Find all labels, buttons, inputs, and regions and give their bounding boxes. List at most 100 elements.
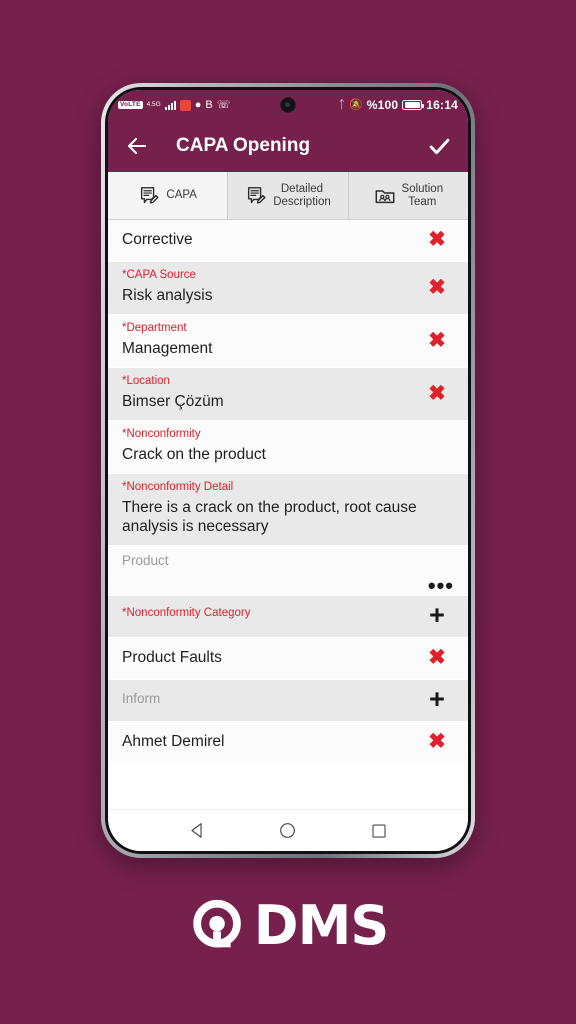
- youtube-icon: [179, 99, 191, 111]
- whatsapp-icon: ☏: [216, 98, 231, 111]
- form-row-action[interactable]: ✖: [420, 277, 454, 298]
- clear-x-icon[interactable]: ✖: [428, 229, 446, 250]
- form-row-value: Bimser Çözüm: [122, 392, 224, 410]
- form-row-body: *Nonconformity Detail There is a crack on…: [122, 481, 420, 536]
- form-row-label: *Department: [122, 322, 187, 335]
- tab-detailed-description[interactable]: Detailed Description: [228, 172, 349, 219]
- form-row-placeholder: Inform: [122, 690, 161, 706]
- form-row-value: Product Faults: [122, 648, 222, 666]
- mute-bell-icon: 🔕: [349, 98, 363, 111]
- arrow-left-icon: [127, 137, 147, 155]
- battery-icon: [402, 100, 425, 110]
- phone-inner-bezel: VoLTE 4.5G ● Β ☏ ᛏ 🔕 %100 16:14 CAPA Ope…: [105, 87, 471, 854]
- app-bar: CAPA Opening: [108, 120, 468, 172]
- form-row-value: Ahmet Demirel: [122, 732, 225, 750]
- form-row-action[interactable]: ✖: [420, 330, 454, 351]
- form-row-body: *Nonconformity Crack on the product: [122, 428, 420, 464]
- add-plus-icon[interactable]: +: [429, 601, 445, 628]
- form-row-value: Management: [122, 339, 213, 357]
- phone-device-frame: VoLTE 4.5G ● Β ☏ ᛏ 🔕 %100 16:14 CAPA Ope…: [101, 83, 475, 858]
- nav-back-button[interactable]: [182, 816, 212, 846]
- phone-screen: VoLTE 4.5G ● Β ☏ ᛏ 🔕 %100 16:14 CAPA Ope…: [108, 90, 468, 851]
- clear-x-icon[interactable]: ✖: [428, 330, 446, 351]
- circle-home-icon: [280, 823, 296, 838]
- clear-x-icon[interactable]: ✖: [428, 383, 446, 404]
- form-row-action[interactable]: ✖: [420, 647, 454, 668]
- form-row-body: *Nonconformity Category: [122, 607, 420, 624]
- form-row[interactable]: *Department Management ✖: [108, 315, 468, 369]
- capa-form-list[interactable]: Corrective ✖ *CAPA Source Risk analysis ✖ *De…: [108, 220, 468, 809]
- add-plus-icon[interactable]: +: [429, 685, 445, 712]
- q-ring-icon: [193, 899, 241, 948]
- form-row-action[interactable]: +: [420, 601, 454, 628]
- form-row-body: Corrective: [122, 230, 420, 249]
- triangle-back-icon: [191, 823, 202, 838]
- form-row-value: There is a crack on the product, root ca…: [122, 498, 417, 536]
- network-type-icon: 4.5G: [146, 100, 161, 108]
- form-row-placeholder: Product: [122, 553, 169, 569]
- form-row-body: *CAPA Source Risk analysis: [122, 269, 420, 305]
- form-row-label: *Nonconformity Detail: [122, 481, 234, 494]
- form-row-body: Product: [122, 553, 454, 570]
- front-camera-punchhole: [280, 97, 296, 113]
- tab-solution-team-label: Solution Team: [401, 182, 444, 208]
- form-row[interactable]: *Nonconformity Detail There is a crack on…: [108, 474, 468, 547]
- form-row-body: Inform: [122, 691, 420, 708]
- clear-x-icon[interactable]: ✖: [428, 277, 446, 298]
- form-row-body: Ahmet Demirel: [122, 732, 420, 751]
- form-row-label: *CAPA Source: [122, 269, 196, 281]
- tab-solution-team[interactable]: Solution Team: [348, 172, 468, 219]
- form-row-label: *Location: [122, 375, 170, 388]
- folder-people-icon: [374, 185, 396, 207]
- checkmark-icon: [429, 138, 449, 154]
- form-row[interactable]: Corrective ✖: [108, 220, 468, 262]
- square-recents-icon: [372, 823, 386, 838]
- form-row-body: Product Faults: [122, 648, 420, 667]
- form-row-action[interactable]: ✖: [420, 731, 454, 752]
- chat-bubble-icon: ●: [194, 98, 202, 111]
- form-row-body: *Location Bimser Çözüm: [122, 375, 420, 411]
- form-row-action: •••: [122, 575, 454, 597]
- form-row-label: *Nonconformity: [122, 428, 201, 441]
- form-row[interactable]: Ahmet Demirel ✖: [108, 721, 468, 764]
- qdms-wordmark: DMS: [253, 894, 389, 957]
- form-row-action[interactable]: ✖: [420, 383, 454, 404]
- form-row-action[interactable]: +: [420, 685, 454, 712]
- status-bar-right-icons: ᛏ 🔕 %100 16:14: [338, 98, 458, 112]
- form-row[interactable]: *CAPA Source Risk analysis ✖: [108, 262, 468, 316]
- status-bar: VoLTE 4.5G ● Β ☏ ᛏ 🔕 %100 16:14: [108, 90, 468, 120]
- document-pencil-icon: [245, 185, 267, 207]
- tab-bar: CAPA Detailed Description Solution Team: [108, 172, 468, 220]
- more-options-icon[interactable]: •••: [428, 575, 454, 597]
- document-pencil-icon: [138, 185, 160, 207]
- form-row-body: *Department Management: [122, 322, 420, 358]
- back-button[interactable]: [124, 133, 150, 159]
- confirm-save-button[interactable]: [426, 133, 452, 159]
- form-row-label: *Nonconformity Category: [122, 606, 251, 619]
- status-bar-left-icons: VoLTE 4.5G ● Β ☏: [118, 98, 231, 111]
- tab-detailed-description-label: Detailed Description: [273, 182, 331, 208]
- form-row-value: Corrective: [122, 230, 193, 248]
- qdms-logo: DMS: [0, 895, 576, 957]
- tab-capa-label: CAPA: [166, 189, 197, 202]
- clear-x-icon[interactable]: ✖: [428, 647, 446, 668]
- android-navigation-bar: [108, 809, 468, 851]
- volte-chip-icon: VoLTE: [118, 100, 143, 110]
- form-row-value: Crack on the product: [122, 445, 266, 463]
- clear-x-icon[interactable]: ✖: [428, 731, 446, 752]
- form-row[interactable]: *Location Bimser Çözüm ✖: [108, 368, 468, 422]
- form-row[interactable]: *Nonconformity Category +: [108, 595, 468, 638]
- form-row-value: Risk analysis: [122, 286, 213, 304]
- battery-percent-label: %100: [366, 98, 399, 112]
- gmail-icon: Β: [205, 98, 213, 111]
- page-title: CAPA Opening: [176, 135, 311, 156]
- nav-home-button[interactable]: [273, 816, 303, 846]
- form-row-action[interactable]: ✖: [420, 229, 454, 250]
- clock-label: 16:14: [426, 98, 458, 112]
- nav-recents-button[interactable]: [364, 816, 394, 846]
- form-row[interactable]: Inform +: [108, 679, 468, 722]
- form-row[interactable]: *Nonconformity Crack on the product: [108, 421, 468, 475]
- tab-capa[interactable]: CAPA: [108, 172, 229, 219]
- form-row[interactable]: Product Faults ✖: [108, 637, 468, 680]
- form-row[interactable]: Product •••: [108, 546, 468, 596]
